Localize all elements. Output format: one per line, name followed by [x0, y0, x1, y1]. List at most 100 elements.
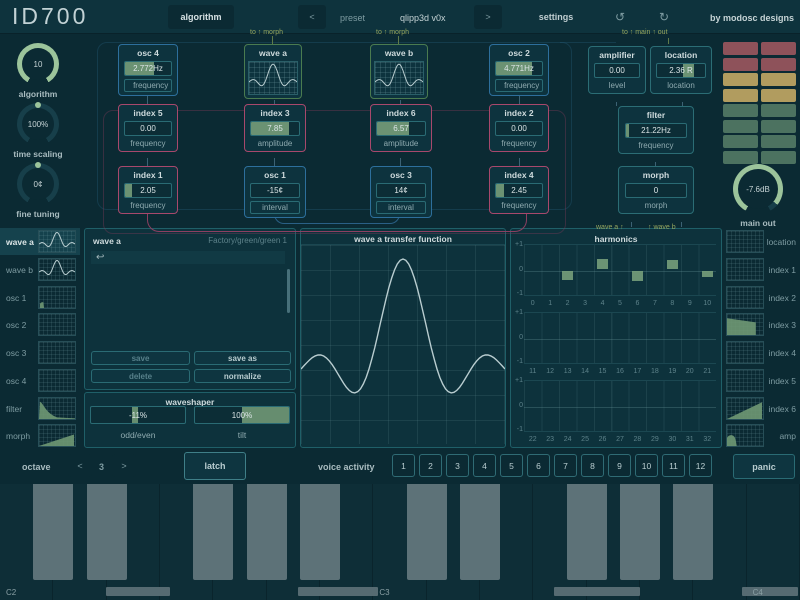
- node-value-box[interactable]: 14¢: [376, 183, 426, 198]
- voice-button-3[interactable]: 3: [446, 454, 469, 477]
- time-scaling-knob[interactable]: 100%: [17, 103, 59, 145]
- harmonic-bar[interactable]: [632, 271, 644, 281]
- harmonic-bar[interactable]: [702, 271, 714, 277]
- node-index6[interactable]: index 66.57amplitude: [370, 104, 432, 152]
- black-key[interactable]: [673, 484, 713, 580]
- node-index1[interactable]: index 12.05frequency: [118, 166, 178, 214]
- redo-icon[interactable]: ↻: [652, 5, 676, 29]
- harmonics-row-chart[interactable]: [524, 380, 716, 432]
- tab-morph[interactable]: morph: [0, 422, 80, 449]
- tab-settings[interactable]: settings: [532, 5, 580, 29]
- black-key[interactable]: [407, 484, 447, 580]
- black-key[interactable]: [567, 484, 607, 580]
- node-value-box[interactable]: 2.772Hz: [124, 61, 172, 76]
- slider-tilt[interactable]: 100%: [194, 406, 290, 424]
- node-value-box[interactable]: 21.22Hz: [625, 123, 688, 138]
- node-location[interactable]: location2.36 Rlocation: [650, 46, 712, 94]
- tab-osc-4[interactable]: osc 4: [0, 367, 80, 394]
- node-value-box[interactable]: 2.05: [124, 183, 172, 198]
- slider-odd-even[interactable]: -11%: [90, 406, 186, 424]
- node-value-box[interactable]: 6.57: [376, 121, 426, 136]
- node-param-label[interactable]: frequency: [495, 79, 543, 92]
- delete-button[interactable]: delete: [91, 369, 190, 383]
- tab-filter[interactable]: filter: [0, 395, 80, 422]
- list-scrollbar[interactable]: [287, 269, 290, 313]
- node-index5[interactable]: index 50.00frequency: [118, 104, 178, 152]
- node-filter[interactable]: filter21.22Hzfrequency: [618, 106, 694, 154]
- harmonic-bar[interactable]: [597, 259, 609, 269]
- tab-index-3[interactable]: index 3: [720, 311, 800, 338]
- tab-index-5[interactable]: index 5: [720, 367, 800, 394]
- node-index4[interactable]: index 42.45frequency: [489, 166, 549, 214]
- tab-algorithm[interactable]: algorithm: [168, 5, 234, 29]
- fine-tuning-knob[interactable]: 0¢: [17, 163, 59, 205]
- voice-button-1[interactable]: 1: [392, 454, 415, 477]
- tab-osc-2[interactable]: osc 2: [0, 311, 80, 338]
- node-value-box[interactable]: 4.771Hz: [495, 61, 543, 76]
- tab-index-4[interactable]: index 4: [720, 339, 800, 366]
- octave-down-button[interactable]: <: [68, 454, 92, 477]
- node-param-label[interactable]: interval: [250, 201, 300, 214]
- transfer-function-plot[interactable]: [301, 244, 505, 444]
- preset-name[interactable]: qlipp3d v0x: [400, 13, 446, 23]
- black-key[interactable]: [460, 484, 500, 580]
- voice-button-9[interactable]: 9: [608, 454, 631, 477]
- tab-osc-1[interactable]: osc 1: [0, 284, 80, 311]
- tab-wave-b[interactable]: wave b: [0, 256, 80, 283]
- piano-keyboard[interactable]: [0, 484, 800, 600]
- tab-index-1[interactable]: index 1: [720, 256, 800, 283]
- main-out-knob[interactable]: -7.6dB: [733, 164, 783, 214]
- normalize-button[interactable]: normalize: [194, 369, 291, 383]
- tab-index-2[interactable]: index 2: [720, 284, 800, 311]
- node-morph[interactable]: morph0morph: [618, 166, 694, 214]
- node-osc4[interactable]: osc 42.772Hzfrequency: [118, 44, 178, 96]
- algorithm-knob[interactable]: 10: [17, 43, 59, 85]
- preset-next-button[interactable]: >: [474, 5, 502, 29]
- black-key[interactable]: [87, 484, 127, 580]
- node-value-box[interactable]: 0.00: [495, 121, 543, 136]
- node-waveb[interactable]: wave b: [370, 44, 428, 99]
- node-index2[interactable]: index 20.00frequency: [489, 104, 549, 152]
- harmonic-bar[interactable]: [562, 271, 574, 280]
- tab-osc-3[interactable]: osc 3: [0, 339, 80, 366]
- black-key[interactable]: [193, 484, 233, 580]
- node-osc1[interactable]: osc 1-15¢interval: [244, 166, 306, 218]
- voice-button-12[interactable]: 12: [689, 454, 712, 477]
- voice-button-4[interactable]: 4: [473, 454, 496, 477]
- white-key[interactable]: [747, 484, 800, 600]
- black-key[interactable]: [33, 484, 73, 580]
- panic-button[interactable]: panic: [733, 454, 795, 479]
- voice-button-6[interactable]: 6: [527, 454, 550, 477]
- black-key[interactable]: [620, 484, 660, 580]
- node-wavea[interactable]: wave a: [244, 44, 302, 99]
- voice-button-11[interactable]: 11: [662, 454, 685, 477]
- node-param-label[interactable]: frequency: [124, 79, 172, 92]
- browser-back-row[interactable]: ↩: [91, 251, 285, 264]
- node-value-box[interactable]: 0.00: [594, 63, 640, 78]
- save-button[interactable]: save: [91, 351, 190, 365]
- harmonics-row-chart[interactable]: [524, 312, 716, 364]
- latch-button[interactable]: latch: [184, 452, 246, 480]
- node-param-label[interactable]: interval: [376, 201, 426, 214]
- save-as-button[interactable]: save as: [194, 351, 291, 365]
- node-index3[interactable]: index 37.85amplitude: [244, 104, 306, 152]
- tab-amp[interactable]: amp: [720, 422, 800, 449]
- node-value-box[interactable]: -15¢: [250, 183, 300, 198]
- tab-index-6[interactable]: index 6: [720, 395, 800, 422]
- node-amplifier[interactable]: amplifier0.00level: [588, 46, 646, 94]
- voice-button-8[interactable]: 8: [581, 454, 604, 477]
- voice-button-7[interactable]: 7: [554, 454, 577, 477]
- harmonics-row-chart[interactable]: [524, 244, 716, 296]
- black-key[interactable]: [247, 484, 287, 580]
- node-value-box[interactable]: 2.45: [495, 183, 543, 198]
- voice-button-2[interactable]: 2: [419, 454, 442, 477]
- node-value-box[interactable]: 2.36 R: [656, 63, 706, 78]
- black-key[interactable]: [300, 484, 340, 580]
- node-osc2[interactable]: osc 24.771Hzfrequency: [489, 44, 549, 96]
- octave-up-button[interactable]: >: [112, 454, 136, 477]
- undo-icon[interactable]: ↺: [608, 5, 632, 29]
- harmonic-bar[interactable]: [667, 260, 679, 269]
- preset-prev-button[interactable]: <: [298, 5, 326, 29]
- node-value-box[interactable]: 0: [625, 183, 688, 198]
- tab-location[interactable]: location: [720, 228, 800, 255]
